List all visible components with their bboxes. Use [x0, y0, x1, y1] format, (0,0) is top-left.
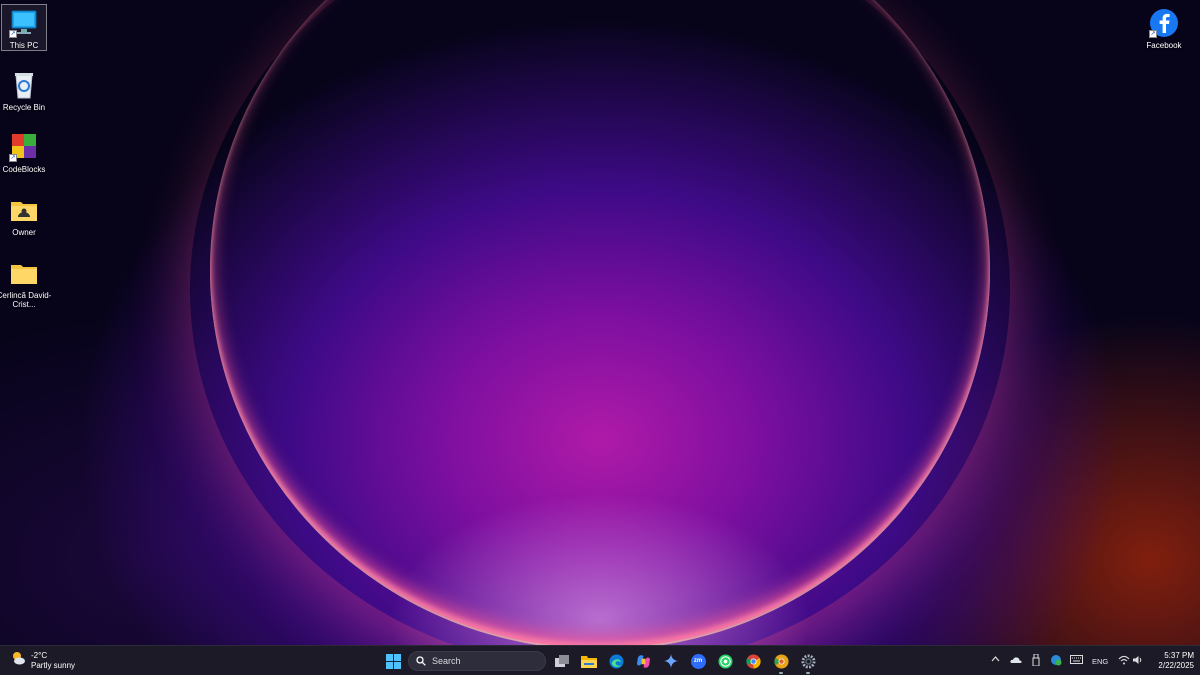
clock[interactable]: 5:37 PM 2/22/2025: [1148, 651, 1194, 671]
running-indicator: [806, 672, 810, 674]
codeblocks-icon: ↗: [9, 132, 39, 162]
facebook-icon: ↗: [1149, 8, 1179, 38]
desktop-icon-this-pc[interactable]: ↗ This PC: [1, 4, 47, 51]
copilot-button[interactable]: [633, 651, 653, 671]
defender-icon: [1051, 655, 1062, 666]
running-indicator: [779, 672, 783, 674]
onedrive-icon: [1010, 657, 1022, 663]
start-button[interactable]: [383, 651, 403, 671]
keyboard-icon: [1070, 655, 1083, 664]
whatsapp-icon: [717, 653, 733, 669]
recycle-bin-icon: [9, 70, 39, 100]
task-view-button[interactable]: [552, 651, 572, 671]
edge-button[interactable]: [606, 651, 626, 671]
desktop-icon-folder[interactable]: Cerlincă David-Crist...: [0, 254, 51, 310]
copilot-icon: [636, 654, 650, 668]
desktop-icon-label: Facebook: [1146, 41, 1182, 50]
user-folder-icon: [9, 195, 39, 225]
weather-temp: -2°C: [31, 650, 48, 660]
chrome-button[interactable]: [743, 651, 763, 671]
file-explorer-button[interactable]: [579, 651, 599, 671]
chevron-up-icon: [991, 656, 1000, 662]
desktop-icon-label: CodeBlocks: [2, 165, 46, 174]
onedrive-button[interactable]: [1010, 656, 1022, 666]
usb-icon: [1032, 653, 1040, 667]
whatsapp-button[interactable]: [715, 651, 735, 671]
desktop-icon-label: Owner: [12, 228, 36, 237]
desktop-icon-label: Recycle Bin: [2, 103, 46, 112]
wifi-button[interactable]: [1118, 655, 1130, 667]
zoom-icon: zm: [690, 653, 706, 669]
desktop-icon-label: This PC: [9, 41, 39, 50]
desktop-icon-label: Cerlincă David-Crist...: [0, 291, 52, 309]
edge-icon: [608, 653, 624, 669]
task-view-icon: [554, 654, 569, 667]
desktop-icon-facebook[interactable]: ↗ Facebook: [1141, 4, 1187, 51]
zoom-button[interactable]: zm: [688, 651, 708, 671]
security-button[interactable]: [1050, 654, 1062, 668]
search-input[interactable]: Search: [408, 651, 546, 671]
volume-button[interactable]: [1133, 655, 1144, 667]
chrome-canary-icon: [773, 653, 789, 669]
gemini-button[interactable]: [661, 651, 681, 671]
clock-date: 2/22/2025: [1158, 661, 1194, 670]
speaker-icon: [1133, 656, 1142, 664]
chrome-canary-button[interactable]: [771, 651, 791, 674]
wifi-icon: [1118, 655, 1130, 665]
settings-icon: [800, 653, 816, 669]
usb-button[interactable]: [1032, 653, 1040, 668]
zoom-glyph: zm: [693, 657, 703, 664]
weather-condition: Partly sunny: [31, 660, 76, 670]
desktop-wallpaper: ↗ This PC Recycle Bin ↗ CodeBlocks Owner…: [0, 0, 1200, 645]
chrome-icon: [745, 653, 761, 669]
this-pc-icon: ↗: [9, 8, 39, 38]
show-hidden-icons-button[interactable]: [991, 655, 1000, 664]
wallpaper-orb: [210, 0, 990, 645]
partly-sunny-icon: [10, 650, 26, 671]
clock-time: 5:37 PM: [1164, 651, 1194, 660]
file-explorer-icon: [581, 655, 597, 668]
weather-widget[interactable]: -2°C Partly sunny: [10, 650, 75, 671]
desktop-icon-codeblocks[interactable]: ↗ CodeBlocks: [1, 128, 47, 175]
gemini-icon: [664, 654, 678, 668]
taskbar: -2°C Partly sunny Search zm ENG 5:37 PM …: [0, 645, 1200, 675]
settings-button[interactable]: [798, 651, 818, 674]
desktop-icon-recycle-bin[interactable]: Recycle Bin: [1, 66, 47, 113]
start-icon: [385, 653, 401, 669]
keyboard-button[interactable]: [1070, 655, 1083, 666]
folder-icon: [9, 258, 39, 288]
desktop-icon-owner[interactable]: Owner: [1, 191, 47, 238]
language-indicator[interactable]: ENG: [1092, 657, 1108, 666]
wallpaper-orb-halo: [190, 0, 1010, 645]
search-placeholder: Search: [432, 656, 461, 666]
search-icon: [416, 656, 426, 666]
